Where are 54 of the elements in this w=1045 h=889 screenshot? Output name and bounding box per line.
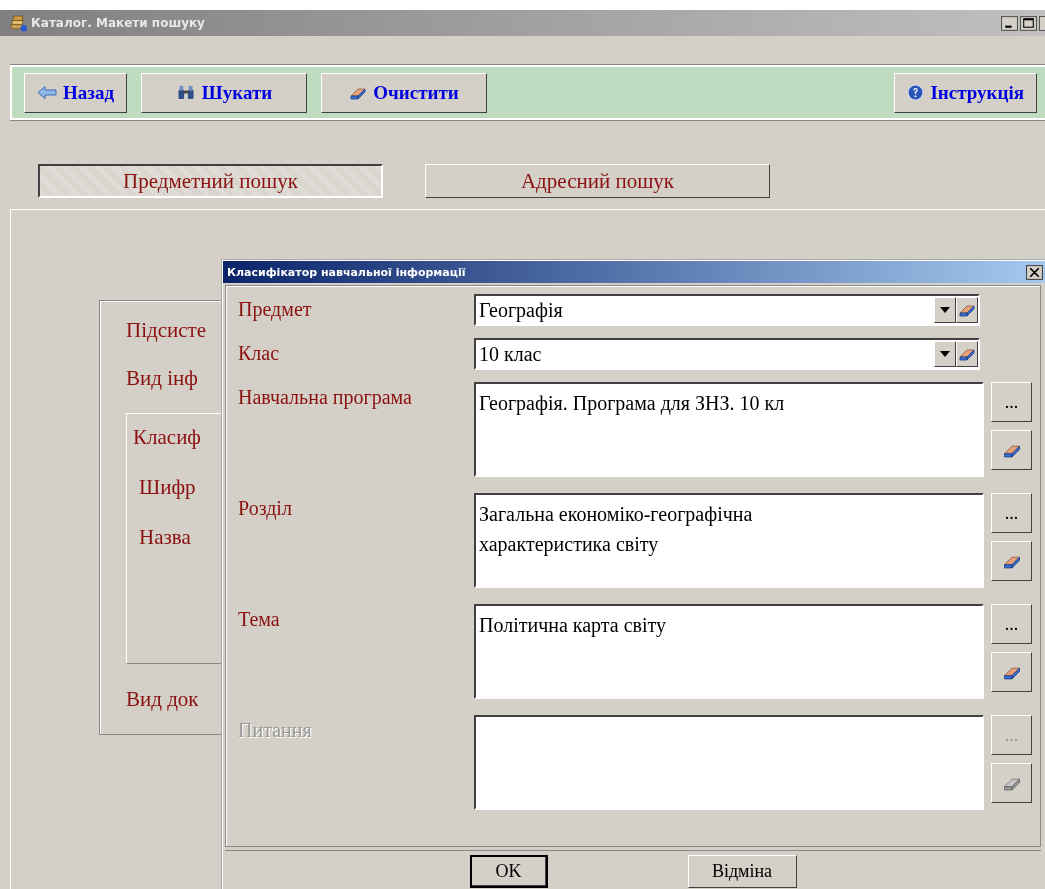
dropdown-button[interactable] [934, 297, 956, 323]
clear-button[interactable] [956, 341, 978, 367]
clear-button[interactable] [991, 652, 1032, 692]
text-area[interactable]: Географія. Програма для ЗНЗ. 10 кл [474, 382, 984, 477]
field-label: Питання [238, 718, 313, 743]
field-label: Розділ [238, 496, 293, 522]
field-label: Шифр [138, 474, 197, 500]
eraser-icon [1001, 664, 1022, 680]
help-icon [907, 84, 925, 101]
eraser-icon [958, 303, 976, 317]
group-title: Класиф [133, 424, 202, 450]
dropdown-field[interactable]: Географія [474, 294, 980, 326]
eraser-icon [958, 347, 976, 361]
dialog-title: Класифікатор навчальної інформації [227, 265, 466, 279]
dialog-button[interactable]: OK [469, 854, 548, 888]
field-label: Підсисте [126, 317, 208, 343]
toolbar-button[interactable]: Назад [24, 72, 128, 113]
close-icon[interactable] [1026, 264, 1043, 280]
browse-button[interactable]: ... [991, 382, 1032, 422]
caret-icon [940, 307, 950, 313]
field-label: Тема [238, 607, 281, 632]
field-label: Навчальна програма [238, 385, 413, 411]
maximize-icon[interactable] [1020, 15, 1037, 31]
eraser-icon [1001, 442, 1022, 458]
field-label: Вид док [126, 686, 200, 712]
books-icon [10, 14, 27, 32]
help-button[interactable]: Інструкція [894, 72, 1037, 113]
field-label: Клас [238, 341, 281, 366]
browse-button[interactable]: ... [991, 604, 1032, 644]
clear-button[interactable] [956, 297, 978, 323]
toolbar-button[interactable]: Шукати [141, 72, 308, 113]
clear-button[interactable] [991, 430, 1032, 470]
toolbar-button[interactable]: Очистити [321, 72, 488, 113]
text-area[interactable]: Політична карта світу [474, 604, 984, 699]
window-title: Каталог. Макети пошуку [31, 16, 205, 30]
clear-button[interactable] [991, 541, 1032, 581]
dropdown-field[interactable]: 10 клас [474, 338, 980, 370]
field-label: Назва [138, 524, 192, 550]
field-label: Предмет [238, 297, 313, 323]
clear-button[interactable] [991, 763, 1032, 803]
tab[interactable]: Предметний пошук [38, 164, 383, 198]
browse-button[interactable]: ... [991, 493, 1032, 533]
caret-icon [940, 351, 950, 357]
eraser-icon [1001, 553, 1022, 569]
tab[interactable]: Адресний пошук [425, 164, 770, 198]
text-area[interactable]: Загальна економіко-географічна характеристика світу [474, 493, 984, 588]
field-label: Вид інф [126, 365, 199, 391]
eraser-icon [349, 85, 368, 100]
text-area[interactable] [474, 715, 984, 810]
eraser-icon [1001, 775, 1022, 791]
arrow-left-icon [37, 85, 57, 100]
dropdown-button[interactable] [934, 341, 956, 367]
minimize-icon[interactable] [1001, 15, 1018, 31]
dialog-button[interactable]: Відміна [687, 854, 797, 888]
